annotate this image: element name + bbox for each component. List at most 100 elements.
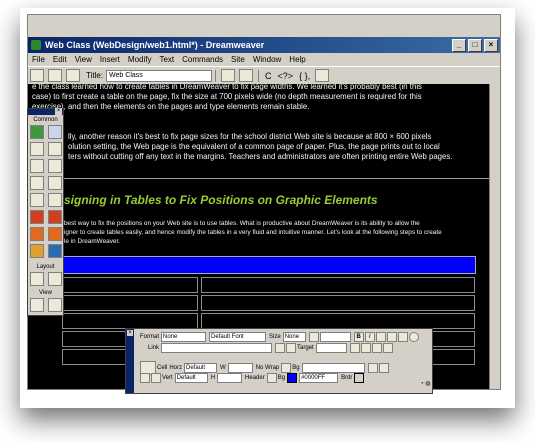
insert-rollover-icon[interactable] <box>47 125 62 139</box>
properties-sidebar[interactable]: × <box>126 329 134 393</box>
help-icon[interactable] <box>408 332 419 342</box>
insert-panel-buttons <box>28 125 63 258</box>
paragraph-3: best way to fix the positions on your We… <box>64 219 484 246</box>
ordered-list-icon[interactable] <box>360 343 371 353</box>
point-to-file-icon[interactable] <box>275 343 286 353</box>
site-icon[interactable]: ◍ <box>425 381 430 387</box>
table-header-row[interactable] <box>62 256 476 274</box>
menu-view[interactable]: View <box>75 55 92 64</box>
insert-flash-icon[interactable] <box>29 210 44 224</box>
header-checkbox[interactable] <box>266 373 277 383</box>
format-label: Format <box>140 334 160 340</box>
browse-folder-icon[interactable] <box>286 343 297 353</box>
outdent-icon[interactable] <box>371 343 382 353</box>
menu-help[interactable]: Help <box>289 55 305 64</box>
file-management-icon[interactable] <box>221 69 236 82</box>
insert-panel-category[interactable]: Common <box>28 117 63 123</box>
nowrap-checkbox[interactable] <box>281 363 292 373</box>
code-navigation-icon[interactable]: { }, <box>299 71 310 81</box>
menu-insert[interactable]: Insert <box>100 55 120 64</box>
text-color-input[interactable] <box>319 332 351 342</box>
menu-file[interactable]: File <box>32 55 45 64</box>
insert-tabular-data-icon[interactable] <box>47 142 62 156</box>
width-input[interactable] <box>227 363 253 373</box>
italic-button[interactable]: I <box>364 332 375 342</box>
font-select[interactable]: Default Font <box>209 332 267 342</box>
insert-flash-text-icon[interactable] <box>47 227 62 241</box>
height-input[interactable] <box>217 373 243 383</box>
insert-fireworks-html-icon[interactable] <box>29 244 44 258</box>
size-select[interactable]: None <box>282 332 306 342</box>
vert-label: Vert <box>162 375 173 381</box>
paragraph-1-line: case) to first create a table on the pag… <box>32 92 422 101</box>
insert-horizontal-rule-icon[interactable] <box>29 176 44 190</box>
insert-navigation-bar-icon[interactable] <box>47 159 62 173</box>
bg-browse-folder-icon[interactable] <box>378 363 389 373</box>
window-title: Web Class (WebDesign/web1.html*) - Dream… <box>45 40 265 50</box>
refresh-icon[interactable]: C <box>265 71 272 81</box>
bg-color-swatch[interactable] <box>287 373 298 383</box>
draw-layout-table-icon[interactable] <box>47 272 62 286</box>
border-color-swatch[interactable] <box>354 373 365 383</box>
reference-icon[interactable]: <?> <box>278 71 294 81</box>
properties-close-button[interactable]: × <box>127 330 133 336</box>
table-cell[interactable] <box>201 295 475 311</box>
align-left-icon[interactable] <box>375 332 386 342</box>
insert-table-icon[interactable] <box>29 142 44 156</box>
insert-generator-icon[interactable] <box>47 244 62 258</box>
bg-image-input[interactable] <box>301 363 365 373</box>
vertical-scrollbar[interactable] <box>489 84 500 389</box>
menu-site[interactable]: Site <box>231 55 245 64</box>
split-cell-icon[interactable] <box>151 373 161 383</box>
insert-server-side-include-icon[interactable] <box>47 193 62 207</box>
vert-select[interactable]: Default <box>174 373 208 383</box>
merge-cells-icon[interactable] <box>140 373 150 383</box>
unordered-list-icon[interactable] <box>349 343 360 353</box>
menu-commands[interactable]: Commands <box>182 55 223 64</box>
bg-color-input[interactable]: #0000FF <box>299 373 339 383</box>
menu-modify[interactable]: Modify <box>128 55 152 64</box>
table-cell[interactable] <box>62 277 198 293</box>
layout-view-icon[interactable] <box>47 298 62 312</box>
behaviors-icon[interactable]: ◇ <box>443 381 448 387</box>
insert-panel-close-button[interactable]: × <box>55 108 62 115</box>
insert-panel-titlebar[interactable]: × <box>28 108 63 115</box>
bold-button[interactable]: B <box>353 332 364 342</box>
table-cell[interactable] <box>62 295 198 311</box>
align-center-icon[interactable] <box>386 332 397 342</box>
horz-select[interactable]: Default <box>184 363 218 373</box>
show-split-view-icon[interactable] <box>48 69 62 82</box>
format-select[interactable]: None <box>161 332 207 342</box>
table-cell[interactable] <box>201 277 475 293</box>
bg-point-to-file-icon[interactable] <box>367 363 378 373</box>
insert-image-icon[interactable] <box>29 125 44 139</box>
draw-layout-cell-icon[interactable] <box>29 272 44 286</box>
table-cell[interactable] <box>201 313 475 329</box>
page-title-input[interactable]: Web Class <box>106 69 213 82</box>
indent-icon[interactable] <box>382 343 393 353</box>
link-input[interactable] <box>161 343 273 353</box>
insert-email-link-icon[interactable] <box>47 176 62 190</box>
draw-layer-icon[interactable] <box>29 159 44 173</box>
assets-icon[interactable]: ◐ <box>432 381 436 387</box>
table-cell[interactable] <box>62 313 198 329</box>
insert-date-icon[interactable] <box>29 193 44 207</box>
maximize-button[interactable]: □ <box>468 38 482 52</box>
minimize-button[interactable]: _ <box>452 38 466 52</box>
insert-flash-button-icon[interactable] <box>29 227 44 241</box>
align-right-icon[interactable] <box>397 332 408 342</box>
menu-edit[interactable]: Edit <box>53 55 67 64</box>
show-design-view-icon[interactable] <box>66 69 80 82</box>
menu-window[interactable]: Window <box>253 55 281 64</box>
insert-shockwave-icon[interactable] <box>47 210 62 224</box>
text-color-swatch[interactable] <box>308 332 319 342</box>
close-button[interactable]: × <box>484 38 498 52</box>
preview-in-browser-icon[interactable] <box>239 69 254 82</box>
menu-text[interactable]: Text <box>159 55 174 64</box>
insert-panel: × Common Layout View <box>27 108 64 316</box>
standard-view-icon[interactable] <box>29 298 44 312</box>
html-styles-icon[interactable]: ◑ <box>438 381 442 387</box>
view-options-icon[interactable] <box>315 69 330 82</box>
target-select[interactable] <box>315 343 347 353</box>
show-code-view-icon[interactable] <box>30 69 44 82</box>
